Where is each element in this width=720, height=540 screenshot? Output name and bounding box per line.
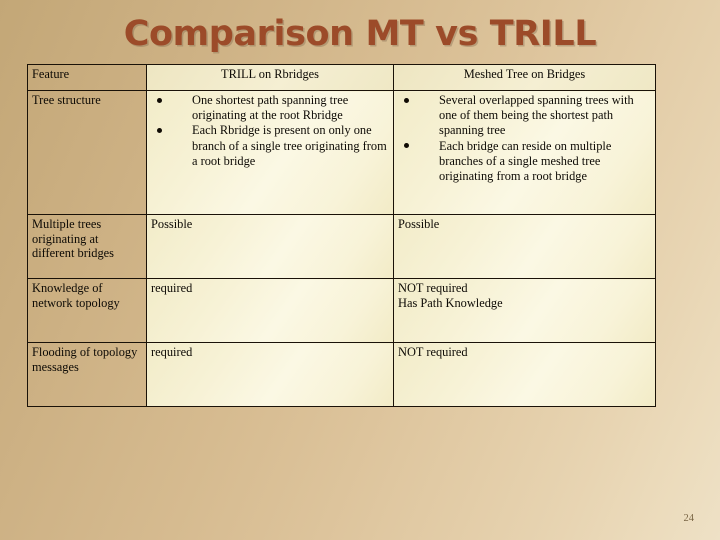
- list-item: Several overlapped spanning trees with o…: [398, 93, 651, 139]
- slide-canvas: Comparison MT vs TRILL Feature TRILL on …: [0, 0, 720, 540]
- list-item: Each Rbridge is present on only one bran…: [151, 123, 389, 169]
- row-meshed-tree-value: NOT required: [393, 342, 656, 407]
- comparison-table: Feature TRILL on Rbridges Meshed Tree on…: [27, 64, 656, 407]
- row-meshed-tree-value: NOT required Has Path Knowledge: [393, 278, 656, 343]
- table-row: Tree structure One shortest path spannin…: [27, 90, 656, 215]
- bullet-point-icon: [157, 127, 162, 133]
- bullet-point-icon: [404, 97, 409, 103]
- row-feature-label: Tree structure: [27, 90, 147, 215]
- column-header-feature: Feature: [27, 64, 147, 91]
- row-trill-value: required: [146, 342, 394, 407]
- list-item-text: Each bridge can reside on multiple branc…: [439, 138, 612, 184]
- page-number: 24: [683, 513, 695, 524]
- cell-text-line: NOT required: [398, 281, 468, 295]
- cell-text-line: required: [151, 345, 193, 359]
- bullet-list: Several overlapped spanning trees with o…: [398, 93, 651, 184]
- bullet-list: One shortest path spanning tree originat…: [151, 93, 389, 169]
- row-trill-value: One shortest path spanning tree originat…: [146, 90, 394, 215]
- row-trill-value: Possible: [146, 214, 394, 279]
- row-feature-label: Knowledge of network topology: [27, 278, 147, 343]
- table-row: Multiple trees originating at different …: [27, 214, 656, 279]
- row-meshed-tree-value: Possible: [393, 214, 656, 279]
- row-trill-value: required: [146, 278, 394, 343]
- bullet-point-icon: [404, 143, 409, 149]
- cell-text-line: Possible: [151, 217, 193, 231]
- list-item: Each bridge can reside on multiple branc…: [398, 139, 651, 185]
- cell-text-line: required: [151, 281, 193, 295]
- column-header-meshed-tree: Meshed Tree on Bridges: [393, 64, 656, 91]
- list-item-text: One shortest path spanning tree originat…: [192, 93, 349, 123]
- table-header-row: Feature TRILL on Rbridges Meshed Tree on…: [27, 64, 656, 91]
- list-item: One shortest path spanning tree originat…: [151, 93, 389, 123]
- page-title: Comparison MT vs TRILL: [123, 14, 597, 54]
- table-row: Knowledge of network topology required N…: [27, 278, 656, 343]
- row-feature-label: Multiple trees originating at different …: [27, 214, 147, 279]
- row-meshed-tree-value: Several overlapped spanning trees with o…: [393, 90, 656, 215]
- column-header-trill: TRILL on Rbridges: [146, 64, 394, 91]
- cell-text-line: Has Path Knowledge: [398, 295, 503, 310]
- bullet-point-icon: [157, 97, 162, 103]
- list-item-text: Each Rbridge is present on only one bran…: [192, 123, 387, 168]
- cell-text-line: Possible: [398, 217, 440, 231]
- table-row: Flooding of topology messages required N…: [27, 342, 656, 407]
- row-feature-label: Flooding of topology messages: [27, 342, 147, 407]
- cell-text-line: NOT required: [398, 345, 468, 359]
- list-item-text: Several overlapped spanning trees with o…: [439, 93, 634, 138]
